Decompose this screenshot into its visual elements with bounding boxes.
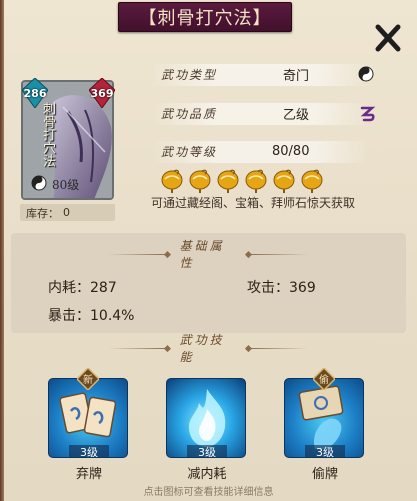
card-level: 80级 [52,178,80,192]
acquire-hint: 可通过藏经阁、宝箱、拜师石惊天获取 [151,196,356,210]
stock-label: 库存： [26,206,59,220]
skill-badge: 偷 [313,368,335,390]
attack-label: 攻击： [247,280,289,296]
quality-label: 武功品质 [161,106,218,121]
skill-steal-card[interactable]: 3级 偷 [284,368,366,458]
crit-attr: 暴击：10.4% [48,305,134,325]
panel-left-edge [0,0,4,501]
grade-label: 武功等级 [161,144,218,159]
attack-attr: 攻击：369 [247,277,316,297]
title-diamond-right [245,250,253,258]
skill-reduce-neihao[interactable]: 3级 [166,372,248,458]
stock-bar: 库存： 0 [20,204,115,221]
card-vertical-name: 刺骨打穴法 [40,102,55,167]
quality-value: 乙级 [283,107,310,123]
grade-lanterns [160,168,324,194]
skill-badge: 新 [77,368,99,390]
skill-level: 3级 [187,445,227,457]
type-value: 奇门 [283,68,310,84]
title-line-right [251,347,309,349]
title-banner: 【刺骨打穴法】 [118,2,292,32]
attributes-title-text: 基础属性 [179,239,225,270]
skill-discard-card[interactable]: 3级 新 [48,368,130,458]
quality-grade-icon [360,106,376,122]
footer-hint: 点击图标可查看技能详细信息 [143,487,274,498]
info-row-grade: 武功等级 80/80 [150,139,370,163]
crit-value: 10.4% [90,308,135,324]
neihao-value: 287 [90,280,117,296]
gold-lantern-icon [189,169,211,193]
gold-lantern-icon [273,169,295,193]
skills-section-title: 武功技能 [108,333,309,364]
crit-label: 暴击： [48,308,90,324]
gold-lantern-icon [245,169,267,193]
yin-yang-icon [358,66,374,82]
type-label: 武功类型 [161,67,218,82]
grade-value: 80/80 [272,143,310,159]
attack-value: 369 [289,280,316,296]
info-row-type: 武功类型 奇门 [150,62,374,86]
title-line-left [108,253,165,255]
title-line-right [251,253,309,255]
skill-icon-frame: 3级 [284,378,364,458]
gold-lantern-icon [217,169,239,193]
left-stat-value: 286 [23,86,47,100]
skill-icon-frame: 3级 [166,378,246,458]
attributes-section-title: 基础属性 [108,239,309,270]
right-stat-value: 369 [90,86,114,100]
right-stat-gem: 369 [89,78,115,108]
stock-value: 0 [63,206,70,219]
skill-badge-text: 偷 [319,375,329,386]
close-button[interactable] [372,22,404,54]
skill-name-reduce: 减内耗 [187,467,227,482]
neihao-attr: 内耗：287 [48,277,117,297]
skill-level: 3级 [69,445,109,457]
close-icon [375,24,401,52]
left-stat-gem: 286 [22,78,48,108]
title-line-left [108,347,165,349]
skill-name-steal: 偷牌 [311,467,338,482]
title-diamond-right [245,344,253,352]
neihao-label: 内耗： [48,280,90,296]
skills-title-text: 武功技能 [179,333,225,364]
gold-lantern-icon [301,169,323,193]
skill-badge-text: 新 [83,375,93,386]
skill-level: 3级 [305,445,345,457]
panel-title: 【刺骨打穴法】 [138,8,272,29]
skill-name-discard: 弃牌 [75,467,102,482]
martial-art-detail-panel: 【刺骨打穴法】 刺骨打穴法 286 369 80级 库存： 0 武功类型 奇门 … [0,0,417,501]
skill-icon-frame: 3级 [48,378,128,458]
gold-lantern-icon [161,169,183,193]
info-row-quality: 武功品质 乙级 [150,101,376,125]
